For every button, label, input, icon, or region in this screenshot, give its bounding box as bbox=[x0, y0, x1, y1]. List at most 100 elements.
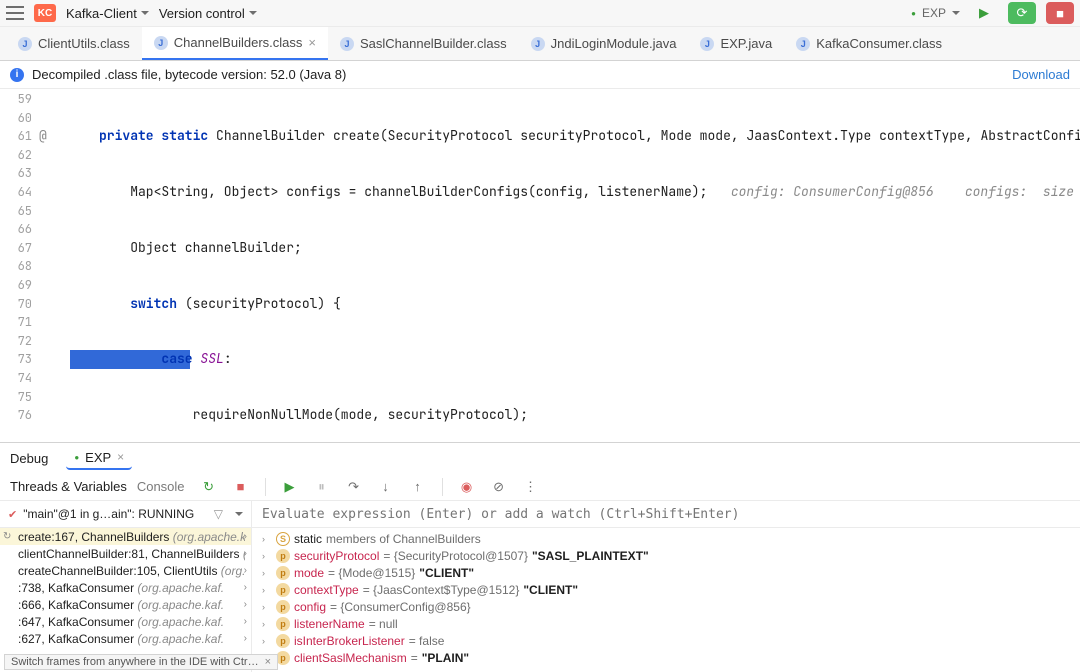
file-tab[interactable]: JClientUtils.class bbox=[6, 27, 142, 60]
expand-icon[interactable]: › bbox=[262, 619, 272, 629]
thread-selector[interactable]: ✔ "main"@1 in g…ain": RUNNING ▽ bbox=[0, 501, 251, 528]
threads-vars-tab[interactable]: Threads & Variables bbox=[10, 479, 127, 494]
frame-location: create:167, ChannelBuilders (org.apache.… bbox=[18, 530, 245, 544]
resume-icon[interactable]: ▶ bbox=[282, 479, 298, 495]
var-kind-icon: p bbox=[276, 634, 290, 648]
line-number: 66 bbox=[0, 220, 32, 239]
line-number: 67 bbox=[0, 239, 32, 258]
code-line: requireNonNullMode(mode, securityProtoco… bbox=[193, 406, 528, 423]
variable-row[interactable]: ›pcontextType = {JaasContext$Type@1512} … bbox=[252, 581, 1080, 598]
line-number: 69 bbox=[0, 276, 32, 295]
java-class-icon: J bbox=[340, 37, 354, 51]
variable-row[interactable]: ›pmode = {Mode@1515} "CLIENT" bbox=[252, 564, 1080, 581]
file-tab[interactable]: JJndiLoginModule.java bbox=[519, 27, 689, 60]
var-value: = {JaasContext$Type@1512} bbox=[363, 583, 520, 597]
run-config-selector[interactable]: ●EXP bbox=[911, 6, 960, 20]
rerun-icon[interactable]: ↻ bbox=[201, 479, 217, 495]
variable-row[interactable]: ›pisInterBrokerListener = false bbox=[252, 632, 1080, 649]
chevron-down-icon[interactable] bbox=[235, 512, 243, 516]
file-tab[interactable]: JKafkaConsumer.class bbox=[784, 27, 954, 60]
expand-icon[interactable]: › bbox=[262, 551, 272, 561]
var-value: = {ConsumerConfig@856} bbox=[330, 600, 471, 614]
kw: switch bbox=[130, 295, 177, 312]
code-area[interactable]: private static ChannelBuilder create(Sec… bbox=[70, 90, 1080, 442]
variable-row[interactable]: ›pconfig = {ConsumerConfig@856} bbox=[252, 598, 1080, 615]
close-icon[interactable]: × bbox=[265, 656, 271, 668]
stack-frame[interactable]: :627, KafkaConsumer (org.apache.kaf.› bbox=[0, 630, 251, 647]
frame-location: :647, KafkaConsumer (org.apache.kaf. bbox=[18, 615, 224, 629]
variable-row[interactable]: ›plistenerName = null bbox=[252, 615, 1080, 632]
chevron-right-icon: › bbox=[244, 582, 247, 593]
line-number: 68 bbox=[0, 257, 32, 276]
more-icon[interactable]: ⋮ bbox=[523, 479, 539, 495]
line-number: 64 bbox=[0, 183, 32, 202]
frame-location: :738, KafkaConsumer (org.apache.kaf. bbox=[18, 581, 224, 595]
line-number: 75 bbox=[0, 388, 32, 407]
line-number: 62 bbox=[0, 146, 32, 165]
expand-icon[interactable]: › bbox=[262, 636, 272, 646]
line-number: 71 bbox=[0, 313, 32, 332]
expand-icon[interactable]: › bbox=[262, 534, 272, 544]
view-breakpoints-icon[interactable]: ◉ bbox=[459, 479, 475, 495]
code-editor[interactable]: 596061626364656667686970717273747576 @ 💡… bbox=[0, 89, 1080, 442]
stop-button[interactable]: ■ bbox=[1046, 2, 1074, 24]
vcs-selector[interactable]: Version control bbox=[159, 6, 257, 21]
step-over-icon[interactable]: ↷ bbox=[346, 479, 362, 495]
debug-button[interactable]: ⟳ bbox=[1008, 2, 1036, 24]
vcs-label: Version control bbox=[159, 6, 245, 21]
line-number: 74 bbox=[0, 369, 32, 388]
frame-list[interactable]: ↻create:167, ChannelBuilders (org.apache… bbox=[0, 528, 251, 672]
file-tab[interactable]: J SaslChannelBuilder.class bbox=[328, 27, 519, 60]
line-number: 65 bbox=[0, 202, 32, 221]
chevron-right-icon: › bbox=[244, 616, 247, 627]
project-selector[interactable]: Kafka-Client bbox=[66, 6, 149, 21]
line-number: 72 bbox=[0, 332, 32, 351]
stack-frame[interactable]: ↻create:167, ChannelBuilders (org.apache… bbox=[0, 528, 251, 545]
line-number: 63 bbox=[0, 164, 32, 183]
tab-label: SaslChannelBuilder.class bbox=[360, 36, 507, 51]
chevron-right-icon: › bbox=[244, 599, 247, 610]
filter-icon[interactable]: ▽ bbox=[214, 507, 223, 521]
expand-icon[interactable]: › bbox=[262, 602, 272, 612]
variable-row[interactable]: ›psecurityProtocol = {SecurityProtocol@1… bbox=[252, 547, 1080, 564]
variable-row[interactable]: ›Sstatic members of ChannelBuilders bbox=[252, 530, 1080, 547]
decompiled-banner: i Decompiled .class file, bytecode versi… bbox=[0, 61, 1080, 89]
download-link[interactable]: Download bbox=[1012, 67, 1070, 82]
stop-icon[interactable]: ■ bbox=[233, 479, 249, 495]
stack-frame[interactable]: createChannelBuilder:105, ClientUtils (o… bbox=[0, 562, 251, 579]
stack-frame[interactable]: clientChannelBuilder:81, ChannelBuilders… bbox=[0, 545, 251, 562]
close-icon[interactable]: × bbox=[308, 35, 316, 50]
stack-frame[interactable]: :738, KafkaConsumer (org.apache.kaf. › bbox=[0, 579, 251, 596]
var-string: "CLIENT" bbox=[419, 566, 474, 580]
console-tab[interactable]: Console bbox=[137, 479, 185, 494]
frame-location: :666, KafkaConsumer (org.apache.kaf. bbox=[18, 598, 224, 612]
debug-run-tab[interactable]: ●EXP× bbox=[66, 447, 132, 470]
tab-label: KafkaConsumer.class bbox=[816, 36, 942, 51]
variable-row[interactable]: ›pclientSaslMechanism = "PLAIN" bbox=[252, 649, 1080, 666]
line-number: 76 bbox=[0, 406, 32, 425]
step-into-icon[interactable]: ↓ bbox=[378, 479, 394, 495]
evaluate-input[interactable] bbox=[262, 507, 1070, 522]
expand-icon[interactable]: › bbox=[262, 568, 272, 578]
expand-icon[interactable]: › bbox=[262, 585, 272, 595]
file-tab[interactable]: JChannelBuilders.class× bbox=[142, 27, 328, 60]
frame-location: createChannelBuilder:105, ClientUtils (o… bbox=[18, 564, 245, 578]
project-badge: KC bbox=[34, 4, 56, 22]
step-out-icon[interactable]: ↑ bbox=[410, 479, 426, 495]
stack-frame[interactable]: :666, KafkaConsumer (org.apache.kaf. › bbox=[0, 596, 251, 613]
var-name: isInterBrokerListener bbox=[294, 634, 405, 648]
hamburger-icon[interactable] bbox=[6, 6, 24, 20]
file-tab[interactable]: JEXP.java bbox=[688, 27, 784, 60]
stack-frame[interactable]: :647, KafkaConsumer (org.apache.kaf. › bbox=[0, 613, 251, 630]
pause-icon: ⏸ bbox=[314, 479, 330, 495]
mute-breakpoints-icon[interactable]: ⊘ bbox=[491, 479, 507, 495]
var-name: mode bbox=[294, 566, 324, 580]
code-line: (securityProtocol) { bbox=[177, 295, 341, 312]
close-icon[interactable]: × bbox=[117, 450, 124, 464]
variables-tree[interactable]: ›Sstatic members of ChannelBuilders›psec… bbox=[252, 528, 1080, 672]
enum-const: SSL bbox=[200, 350, 223, 367]
debug-title[interactable]: Debug bbox=[10, 451, 48, 466]
run-button[interactable]: ▶ bbox=[970, 2, 998, 24]
thread-status-label: "main"@1 in g…ain": RUNNING bbox=[23, 507, 194, 521]
var-kind-icon: p bbox=[276, 651, 290, 665]
